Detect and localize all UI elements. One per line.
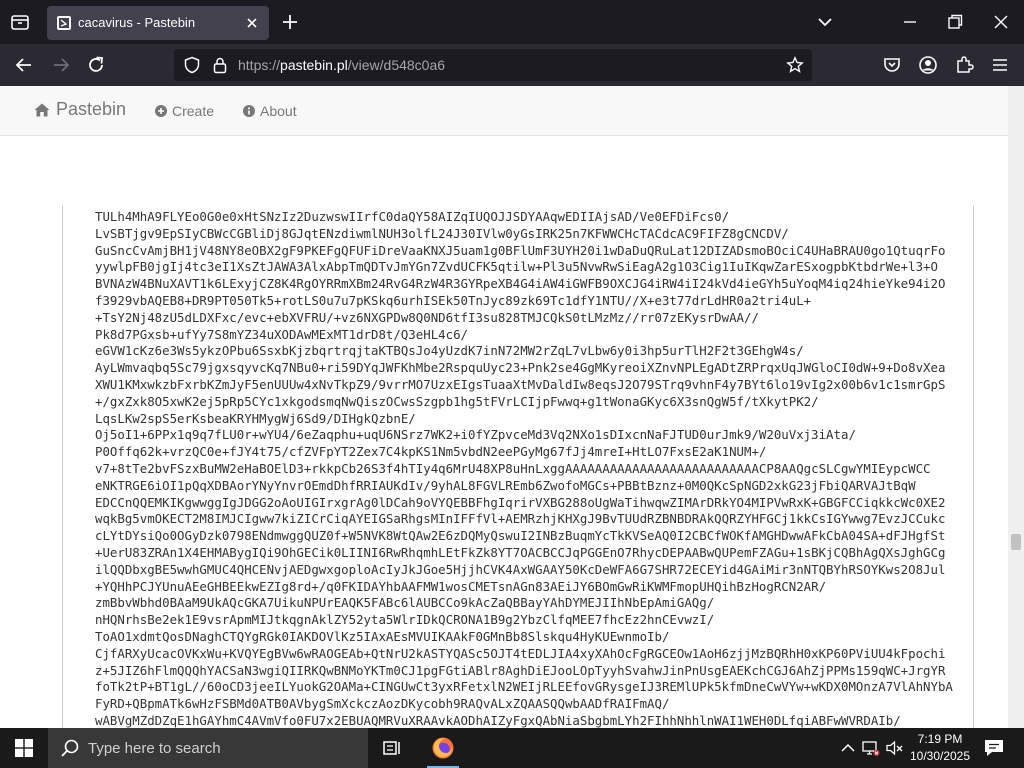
paste-line: v7+8tTe2bvFSzxBuMW2eHaBOElD3+rkkpCb26S3f… [95, 460, 931, 476]
volume-muted-icon[interactable] [884, 738, 904, 758]
paste-line: LvSBTjgv9EpSIyCBWcCGBliDj8GJqtENzdiwmlNU… [95, 225, 789, 241]
extensions-puzzle-icon[interactable] [953, 54, 975, 76]
paste-line: nHQNrhsBe2ek1E9vsrApmMIJtkqgnAklZY52yta5… [95, 612, 715, 628]
windows-taskbar: Type here to search 7:19 PM 10/30/2025 [0, 728, 1024, 768]
paste-line: wqkBg5vmOKECT2M8IMJCIgww7kiZICrCiqAYEIGS… [95, 511, 946, 527]
notifications-icon[interactable] [982, 737, 1006, 759]
paste-line: wABVgMZdDZqE1hGAYhmC4AVmVfo0FU7x2EBUAQMR… [95, 712, 901, 728]
paste-line: AyLWmvaqbq5Sc79jgxsqyvcKq7NBu0+ri59DYqJW… [95, 360, 946, 376]
paste-line: foTk2tP+BT1gL//60oCD3jeeILYuokG2OAMa+CIN… [95, 679, 953, 695]
web-page: Pastebin Create About TULh4MhA9FLYEo0G0e… [0, 86, 1008, 728]
nav-create-label: Create [172, 103, 215, 119]
bookmark-star-icon[interactable] [786, 56, 804, 74]
paste-line: LqsLKw2spS5erKsbeaKRYHMygWj6Sd9/DIHgkQzb… [95, 410, 416, 426]
back-arrow-icon[interactable] [13, 54, 35, 76]
paste-line: BVNAzW4BNuXAVT1k6LExyjCZ8K4RgOYRRmXBm24R… [95, 276, 946, 292]
lock-icon[interactable] [211, 56, 229, 74]
paste-line: P0Offq62k+vrzQC0e+fJY4t75/cfZVFpYT2Zex7C… [95, 444, 767, 460]
paste-line: CjfARXyUcacOVKxWu+KVQYEgBVw6wRAOGEAb+QtN… [95, 645, 946, 661]
task-view-icon [383, 741, 400, 755]
tab-close-icon[interactable] [243, 14, 261, 32]
paste-line: +YQHhPCJYUnuAEeGHBEEkwEZIg8rd+/q0FKIDAYh… [95, 578, 827, 594]
paste-line: eNKTRGE6iOI1pQqXDBAorYNyYnvrOEmdDhfRRIAU… [95, 477, 916, 493]
taskbar-firefox-app[interactable] [419, 728, 467, 768]
brand-link[interactable]: Pastebin [34, 99, 126, 120]
firefox-icon [432, 737, 454, 759]
list-all-tabs-chevron-icon[interactable] [815, 12, 835, 32]
tab-strip: cacavirus - Pastebin [0, 0, 1024, 44]
paste-line: +UerU83ZRAn1X4EHMABygIQi9OhGECik0LIINI6R… [95, 544, 946, 560]
tracking-protection-shield-icon[interactable] [183, 56, 201, 74]
clock-date: 10/30/2025 [909, 749, 971, 763]
navigation-toolbar: https://pastebin.pl/view/d548c0a6 [0, 44, 1024, 86]
restore-icon[interactable] [945, 12, 965, 32]
pocket-icon[interactable] [881, 54, 903, 76]
url-scheme: https:// [238, 57, 281, 73]
reload-icon[interactable] [85, 54, 107, 76]
paste-line: XWU1KMxwkzbFxrbKZmJyF5enUUUw4xNvTkpZ9/9v… [95, 376, 946, 392]
scrollbar-thumb[interactable] [1011, 534, 1021, 550]
paste-text: TULh4MhA9FLYEo0G0e0xHtSNzIz2DuzwswIIrfC0… [95, 209, 953, 728]
paste-line: +TsY2Nj48zU5dLDXFxc/evc+ebXVFRU/+vz6NXGP… [95, 309, 759, 325]
paste-line: yywlpFB0jgIj4tc3eI1XsZtJAWA3AlxAbpTmQDTv… [95, 259, 938, 275]
paste-line: +/gxZxk8O5xwK2ej5pRp5CYc1xkgodsmqNwQiszO… [95, 393, 819, 409]
system-clock[interactable]: 7:19 PM 10/30/2025 [902, 731, 978, 765]
page-scrollbar[interactable] [1008, 86, 1024, 728]
address-bar[interactable]: https://pastebin.pl/view/d548c0a6 [174, 49, 812, 81]
paste-line: z+5JIZ6hFlmQQQhYACSaN3wgiQIIRKQwBNMoYKTm… [95, 662, 946, 678]
network-icon[interactable] [861, 738, 881, 758]
nav-about-label: About [260, 103, 297, 119]
paste-line: TULh4MhA9FLYEo0G0e0xHtSNzIz2DuzwswIIrfC0… [95, 209, 730, 224]
home-icon [34, 103, 50, 116]
url-path: /view/d548c0a6 [347, 57, 446, 73]
browser-tab-active[interactable]: cacavirus - Pastebin [47, 6, 269, 40]
close-window-icon[interactable] [991, 12, 1011, 32]
windows-logo-icon [15, 739, 33, 757]
forward-arrow-icon[interactable] [50, 54, 72, 76]
paste-content-box: TULh4MhA9FLYEo0G0e0xHtSNzIz2DuzwswIIrfC0… [62, 206, 974, 728]
url-text[interactable]: https://pastebin.pl/view/d548c0a6 [238, 57, 445, 73]
start-button[interactable] [0, 728, 48, 768]
paste-line: cLYtDYsiQo0OGyDzk0798ENdmwggQUZ0f+W5NVK8… [95, 528, 946, 544]
firefox-view-icon[interactable] [8, 10, 32, 34]
task-view-button[interactable] [368, 728, 416, 768]
site-header: Pastebin Create About [0, 86, 1008, 136]
paste-line: Pk8d7PGxsb+ufYy7S8mYZ34uXODAwMExMT1drD8t… [95, 326, 468, 342]
paste-line: Oj5oI1+6PPx1q9q7fLU0r+wYU4/6eZaqphu+uqU6… [95, 427, 856, 443]
account-icon[interactable] [917, 54, 939, 76]
minimize-icon[interactable] [900, 12, 920, 32]
url-host: pastebin.pl [280, 57, 348, 73]
plus-circle-icon [155, 105, 167, 117]
tab-title: cacavirus - Pastebin [78, 15, 196, 30]
info-circle-icon [243, 105, 255, 117]
brand-label: Pastebin [56, 99, 127, 119]
taskbar-search-box[interactable]: Type here to search [48, 728, 368, 768]
paste-line: GuSncCvAmjBH1jV48NY8eOBX2gF9PKEFgQFUFiDr… [95, 242, 946, 258]
paste-line: f3929vbAQEB8+DR9PT050Tk5+rotLS0u7u7pKSkq… [95, 292, 812, 308]
show-hidden-icons-chevron-icon[interactable] [838, 738, 858, 758]
paste-line: zmBbvWbhd0BAaM9UkAQcGKA7UikuNPUrEAQK5FAB… [95, 595, 715, 611]
nav-about-link[interactable]: About [243, 103, 297, 119]
pastebin-favicon-icon [57, 16, 71, 30]
paste-line: EDCCnQQEMKIKgwwggIgJDGG2oAoUIGIrxgrAg0lD… [95, 494, 946, 510]
hamburger-menu-icon[interactable] [989, 54, 1011, 76]
search-icon [61, 739, 79, 757]
paste-line: ToAO1xdmtQosDNaghCTQYgRGk0IAKDOVlKz5IAxA… [95, 628, 670, 644]
paste-line: ilQQDbxgBE5wwhGMUC4QHCENvjAEDgwxgoploAcI… [95, 561, 946, 577]
clock-time: 7:19 PM [917, 732, 963, 746]
paste-line: FyRD+QBpmATk6wHzFSBMd0ATB0AVbygSmXckczAo… [95, 696, 670, 712]
nav-create-link[interactable]: Create [155, 103, 214, 119]
search-placeholder: Type here to search [88, 740, 221, 757]
new-tab-icon[interactable] [280, 12, 300, 32]
paste-line: eGVW1cKz6e3Ws5ykzOPbu6SsxbKjzbqrtrqjtaKT… [95, 343, 804, 359]
